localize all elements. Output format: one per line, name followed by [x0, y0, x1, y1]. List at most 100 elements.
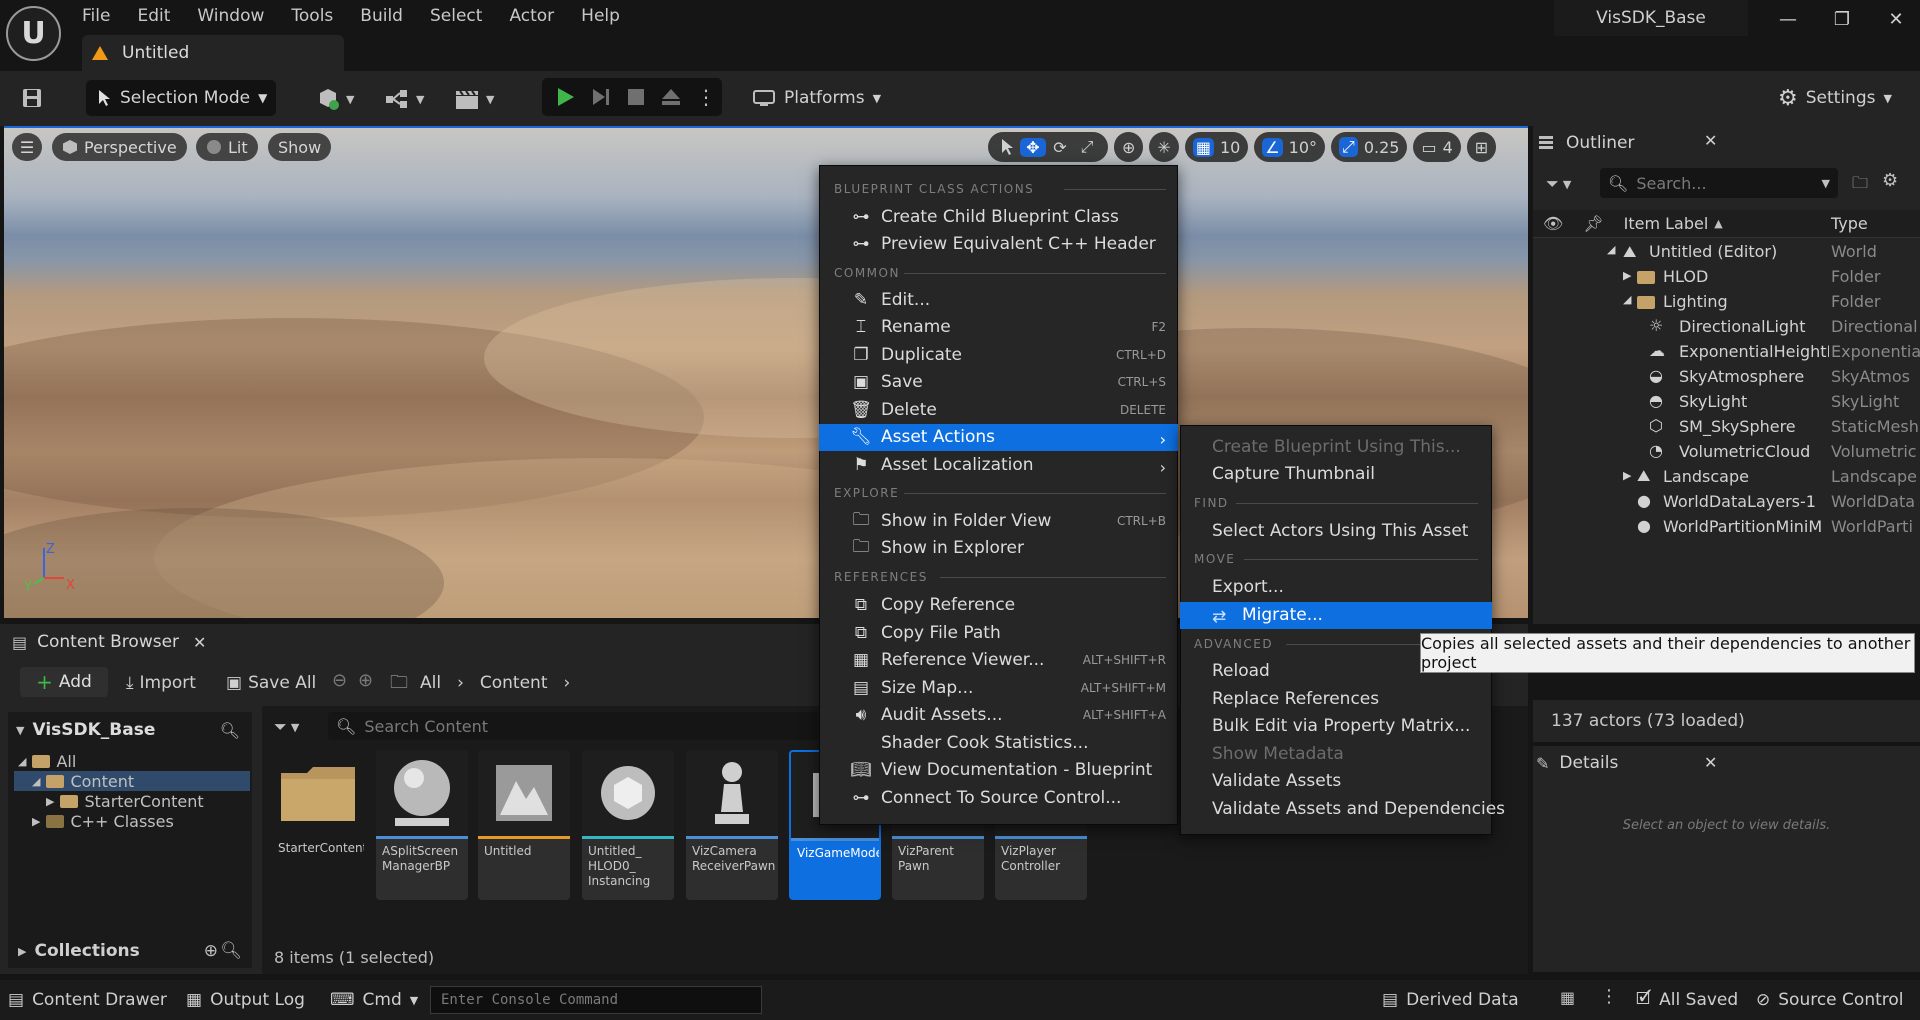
trace-icon[interactable]: ▦	[1560, 988, 1575, 1007]
outliner-filter-button[interactable]: ⏷ ▼	[1546, 170, 1571, 198]
menu-item-connect-source-control[interactable]: ⊶ Connect To Source Control...	[819, 785, 1178, 812]
lit-button[interactable]: Lit	[196, 133, 258, 161]
back-icon[interactable]: ⊖	[332, 670, 347, 691]
submenu-item-create-blueprint[interactable]: Create Blueprint Using This...	[1180, 434, 1492, 461]
add-actor-group[interactable]: ▼	[316, 84, 354, 114]
outliner-row[interactable]: ☼ DirectionalLight Directional	[1533, 315, 1920, 340]
close-outliner-icon[interactable]: ✕	[1704, 131, 1717, 150]
close-details-icon[interactable]: ✕	[1704, 753, 1717, 772]
cmd-dropdown[interactable]: ⌨ Cmd ▼	[330, 986, 418, 1014]
scale-snap-toggle[interactable]: ⤢ 0.25	[1331, 132, 1408, 162]
submenu-item-migrate[interactable]: ⇄ Migrate...	[1180, 602, 1492, 629]
asset-tile[interactable]: ASplitScreen ManagerBP	[376, 750, 468, 900]
menu-item-copy-file-path[interactable]: ⧉ Copy File Path	[819, 620, 1178, 647]
tree-root[interactable]: ▼ VisSDK_Base 🔍︎	[16, 716, 248, 744]
menu-select[interactable]: Select	[430, 6, 482, 26]
outliner-row[interactable]: ▶ ⛰︎ Landscape Landscape	[1533, 465, 1920, 490]
col-item-label[interactable]: Item Label	[1624, 214, 1709, 233]
tree-item-all[interactable]: ◢ All	[14, 751, 250, 771]
cinematics-group[interactable]: ▼	[454, 84, 494, 114]
menu-item-show-in-folder-view[interactable]: 🗀 Show in Folder View CTRL+B	[819, 508, 1178, 535]
forward-icon[interactable]: ⊕	[358, 670, 373, 691]
menu-item-shader-cook-statistics[interactable]: Shader Cook Statistics...	[819, 730, 1178, 757]
close-content-browser-icon[interactable]: ✕	[193, 633, 206, 652]
menu-item-edit[interactable]: ✎ Edit...	[819, 287, 1178, 314]
menu-item-view-documentation[interactable]: 📖︎ View Documentation - Blueprint	[819, 757, 1178, 784]
show-button[interactable]: Show	[268, 133, 332, 161]
unreal-logo-icon[interactable]: U	[6, 6, 61, 61]
chevron-right-icon[interactable]: ›	[457, 673, 464, 693]
content-filter-button[interactable]: ⏷ ▼	[274, 714, 299, 740]
asset-tile[interactable]: VizCamera ReceiverPawn	[686, 750, 778, 900]
surface-snapping-toggle[interactable]: ✳	[1149, 132, 1179, 162]
submenu-item-replace-references[interactable]: Replace References	[1180, 686, 1492, 713]
eject-icon[interactable]	[660, 87, 682, 107]
outliner-row[interactable]: ⬡ SM_SkySphere StaticMesh	[1533, 415, 1920, 440]
menu-actor[interactable]: Actor	[509, 6, 554, 26]
outliner-row[interactable]: ◓ SkyLight SkyLight	[1533, 390, 1920, 415]
menu-item-delete[interactable]: 🗑︎ Delete DELETE	[819, 397, 1178, 424]
submenu-item-bulk-edit[interactable]: Bulk Edit via Property Matrix...	[1180, 713, 1492, 740]
outliner-row[interactable]: ◢ Lighting Folder	[1533, 290, 1920, 315]
world-local-toggle[interactable]: ⊕	[1114, 132, 1144, 162]
asset-tile[interactable]: Untitled	[478, 750, 570, 900]
output-log-button[interactable]: ▦ Output Log	[186, 986, 305, 1014]
source-control-button[interactable]: ⊘ Source Control	[1756, 986, 1904, 1014]
add-button[interactable]: + Add	[20, 667, 108, 697]
menu-item-preview-cpp-header[interactable]: ⊶ Preview Equivalent C++ Header	[819, 231, 1178, 258]
menu-tools[interactable]: Tools	[291, 6, 333, 26]
scale-tool-icon[interactable]: ⤢	[1074, 137, 1100, 157]
collections-header[interactable]: ▶ Collections ⊕ 🔍︎	[14, 938, 250, 964]
perspective-button[interactable]: Perspective	[52, 133, 187, 161]
play-icon[interactable]	[554, 86, 576, 108]
submenu-item-select-actors[interactable]: Select Actors Using This Asset	[1180, 518, 1492, 545]
outliner-tab[interactable]: Outliner	[1536, 128, 1714, 158]
menu-edit[interactable]: Edit	[137, 6, 170, 26]
selection-mode-dropdown[interactable]: Selection Mode ▼	[86, 80, 276, 116]
breadcrumb-content[interactable]: Content	[480, 673, 548, 693]
menu-item-size-map[interactable]: ▤ Size Map... ALT+SHIFT+M	[819, 675, 1178, 702]
tree-item-cpp-classes[interactable]: ▶ C++ Classes	[14, 811, 250, 831]
menu-help[interactable]: Help	[581, 6, 620, 26]
submenu-item-export[interactable]: Export...	[1180, 574, 1492, 601]
console-input[interactable]: Enter Console Command	[430, 986, 762, 1014]
outliner-row[interactable]: ▶ HLOD Folder	[1533, 265, 1920, 290]
chevron-right-icon[interactable]: ›	[564, 673, 571, 693]
menu-item-audit-assets[interactable]: 🔊︎ Audit Assets... ALT+SHIFT+A	[819, 702, 1178, 729]
asset-tile[interactable]: StarterContent	[272, 750, 364, 900]
outliner-settings-icon[interactable]: ⚙	[1882, 170, 1898, 191]
move-tool-icon[interactable]: ✥	[1020, 137, 1046, 157]
menu-item-asset-actions[interactable]: 🔧︎ Asset Actions ›	[819, 424, 1178, 451]
menu-item-show-in-explorer[interactable]: 🗀 Show in Explorer	[819, 535, 1178, 562]
outliner-row[interactable]: ● WorldDataLayers-1 WorldData	[1533, 490, 1920, 515]
outliner-row[interactable]: ● WorldPartitionMiniM WorldParti	[1533, 515, 1920, 540]
settings-dropdown[interactable]: ⚙ Settings ▼	[1778, 80, 1892, 116]
rotation-snap-toggle[interactable]: ∠ 10°	[1254, 132, 1325, 162]
content-browser-tab[interactable]: ▤ Content Browser ✕	[4, 628, 206, 656]
menu-item-duplicate[interactable]: ❐ Duplicate CTRL+D	[819, 342, 1178, 369]
outliner-row[interactable]: ◒ SkyAtmosphere SkyAtmos	[1533, 365, 1920, 390]
breadcrumb-all[interactable]: All	[420, 673, 441, 693]
menu-item-asset-localization[interactable]: ⚑ Asset Localization ›	[819, 452, 1178, 479]
add-collection-icon[interactable]: ⊕	[204, 941, 218, 961]
details-tab[interactable]: ✎ Details	[1536, 748, 1714, 778]
content-search-input[interactable]: 🔍︎ Search Content	[328, 712, 818, 740]
menu-item-create-child-blueprint[interactable]: ⊶ Create Child Blueprint Class	[819, 204, 1178, 231]
save-all-button[interactable]: ▣ Save All	[226, 668, 316, 698]
submenu-item-capture-thumbnail[interactable]: Capture Thumbnail	[1180, 461, 1492, 488]
col-type[interactable]: Type	[1831, 214, 1868, 233]
platforms-dropdown[interactable]: Platforms ▼	[752, 80, 881, 116]
viewport-layout-button[interactable]: ⊞	[1466, 132, 1497, 162]
outliner-search-input[interactable]: 🔍︎ Search... ▼	[1600, 168, 1838, 198]
all-saved-indicator[interactable]: 🗹 All Saved	[1636, 986, 1738, 1014]
viewport-menu-icon[interactable]: ☰	[12, 133, 42, 161]
menu-item-save[interactable]: ▣ Save CTRL+S	[819, 369, 1178, 396]
submenu-item-show-metadata[interactable]: Show Metadata	[1180, 741, 1492, 768]
search-icon[interactable]: 🔍︎	[220, 721, 240, 740]
play-options-icon[interactable]: ⋮	[696, 85, 716, 109]
camera-speed-button[interactable]: ▭ 4	[1413, 132, 1461, 162]
minimize-icon[interactable]: —	[1768, 6, 1808, 32]
content-drawer-button[interactable]: ▤ Content Drawer	[8, 986, 167, 1014]
menu-build[interactable]: Build	[360, 6, 403, 26]
tree-item-content[interactable]: ◢ Content	[14, 771, 250, 791]
